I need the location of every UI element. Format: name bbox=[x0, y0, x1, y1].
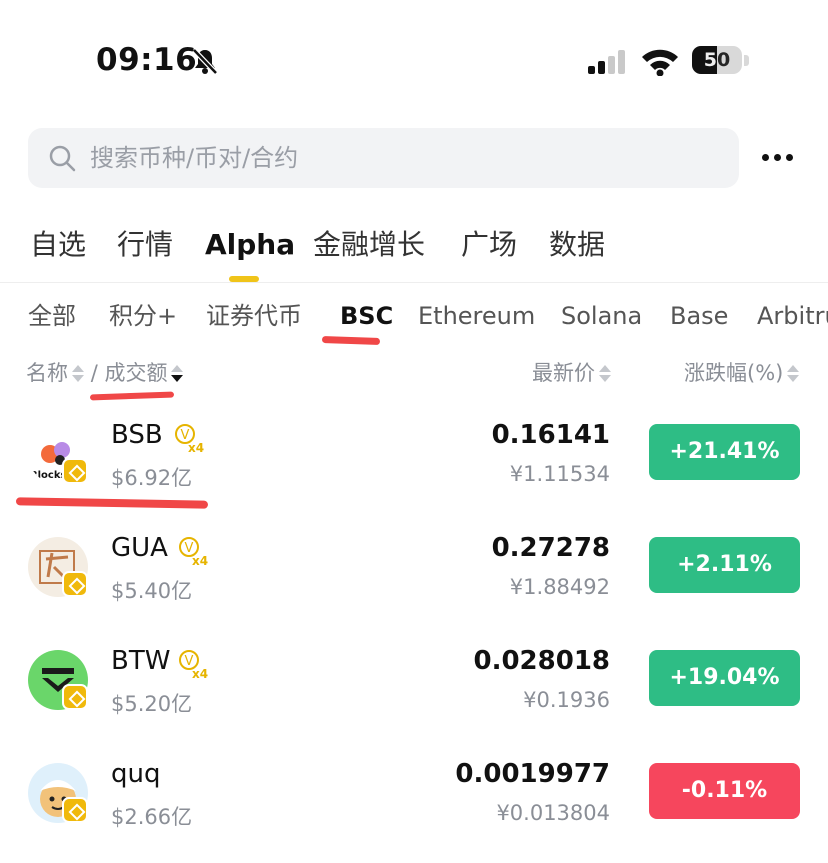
token-volume: $2.66亿 bbox=[111, 805, 193, 829]
bnb-chain-icon bbox=[62, 571, 88, 597]
name-header-label: 名称 bbox=[26, 361, 68, 385]
svg-text:x4: x4 bbox=[188, 441, 204, 454]
subtab-points[interactable]: 积分+ bbox=[109, 296, 177, 336]
change-badge[interactable]: +21.41% bbox=[649, 424, 800, 480]
main-tabs: 自选 行情 Alpha 金融增长 广场 数据 bbox=[0, 220, 828, 280]
change-badge[interactable]: +19.04% bbox=[649, 650, 800, 706]
token-price-cny: ¥1.11534 bbox=[509, 462, 610, 486]
token-price-cny: ¥1.88492 bbox=[509, 575, 610, 599]
tab-markets[interactable]: 行情 bbox=[117, 220, 173, 270]
battery-level-text: 50 bbox=[703, 49, 731, 71]
subtab-solana[interactable]: Solana bbox=[561, 296, 642, 336]
logo-text: Blocks bbox=[30, 470, 67, 481]
price-header-label: 最新价 bbox=[532, 361, 595, 385]
token-volume: $5.40亿 bbox=[111, 579, 193, 603]
verified-x4-badge-icon: V x4 bbox=[179, 537, 208, 567]
svg-text:x4: x4 bbox=[192, 554, 208, 567]
search-icon bbox=[49, 145, 76, 172]
subtab-securities-token[interactable]: 证券代币 bbox=[206, 296, 302, 336]
bnb-chain-icon bbox=[62, 684, 88, 710]
bell-muted-icon bbox=[192, 48, 218, 75]
token-price: 0.16141 bbox=[491, 420, 610, 450]
sort-icon bbox=[599, 363, 611, 385]
bnb-chain-icon bbox=[62, 458, 88, 484]
battery-indicator: 50 bbox=[692, 46, 752, 76]
subtab-all[interactable]: 全部 bbox=[28, 296, 76, 336]
svg-text:x4: x4 bbox=[192, 667, 208, 680]
column-header-change[interactable]: 涨跌幅(%) bbox=[684, 358, 800, 388]
annotation-underline-volume bbox=[89, 391, 175, 401]
subtab-arbitrum[interactable]: Arbitrum bbox=[757, 296, 828, 336]
token-volume: $6.92亿 bbox=[111, 466, 193, 490]
bnb-chain-icon bbox=[62, 797, 88, 823]
tab-data[interactable]: 数据 bbox=[549, 220, 605, 270]
verified-x4-badge-icon: V x4 bbox=[179, 650, 208, 680]
wifi-icon bbox=[642, 49, 678, 76]
sort-icon bbox=[72, 363, 84, 385]
token-row-gua[interactable]: GUA V x4 $5.40亿 0.27278 ¥1.88492 +2.11% bbox=[0, 525, 828, 637]
token-symbol: BTW bbox=[111, 646, 171, 676]
header-separator: / bbox=[90, 361, 98, 385]
change-header-label: 涨跌幅(%) bbox=[684, 361, 784, 385]
chain-tabs: 全部 积分+ 证券代币 BSC Ethereum Solana Base Arb… bbox=[0, 296, 828, 342]
column-header-price[interactable]: 最新价 bbox=[532, 358, 611, 388]
subtab-bsc[interactable]: BSC bbox=[340, 296, 393, 336]
token-volume: $5.20亿 bbox=[111, 692, 193, 716]
column-header-name[interactable]: 名称 / 成交额 bbox=[26, 358, 184, 388]
token-symbol: BSB bbox=[111, 420, 163, 450]
tab-watchlist[interactable]: 自选 bbox=[30, 220, 86, 270]
tab-square[interactable]: 广场 bbox=[461, 220, 517, 270]
subtab-base[interactable]: Base bbox=[670, 296, 728, 336]
more-options-icon[interactable] bbox=[760, 142, 796, 174]
token-price-cny: ¥0.1936 bbox=[523, 688, 610, 712]
volume-header-label[interactable]: 成交额 bbox=[104, 361, 167, 385]
divider bbox=[0, 282, 828, 283]
token-symbol: GUA bbox=[111, 533, 168, 563]
clock: 09:16 bbox=[96, 42, 198, 78]
token-price-cny: ¥0.013804 bbox=[496, 801, 610, 825]
token-price: 0.0019977 bbox=[455, 759, 610, 789]
subtab-ethereum[interactable]: Ethereum bbox=[418, 296, 535, 336]
tab-finance-growth[interactable]: 金融增长 bbox=[313, 220, 425, 270]
sort-icon bbox=[787, 363, 800, 385]
search-bar[interactable]: 搜索币种/币对/合约 bbox=[28, 128, 739, 188]
verified-x4-badge-icon: V x4 bbox=[175, 424, 204, 454]
token-price: 0.27278 bbox=[491, 533, 610, 563]
signal-icon bbox=[588, 50, 625, 74]
tab-alpha[interactable]: Alpha bbox=[205, 220, 295, 270]
change-badge[interactable]: -0.11% bbox=[649, 763, 800, 819]
token-row-btw[interactable]: BTW V x4 $5.20亿 0.028018 ¥0.1936 +19.04% bbox=[0, 638, 828, 750]
search-placeholder: 搜索币种/币对/合约 bbox=[90, 144, 299, 172]
token-row-quq[interactable]: quq $2.66亿 0.0019977 ¥0.013804 -0.11% bbox=[0, 751, 828, 863]
annotation-underline-bsc bbox=[321, 335, 381, 346]
sort-desc-icon bbox=[171, 363, 184, 385]
token-symbol: quq bbox=[111, 759, 161, 789]
change-badge[interactable]: +2.11% bbox=[649, 537, 800, 593]
status-bar: 09:16 50 bbox=[0, 0, 828, 120]
token-price: 0.028018 bbox=[473, 646, 610, 676]
